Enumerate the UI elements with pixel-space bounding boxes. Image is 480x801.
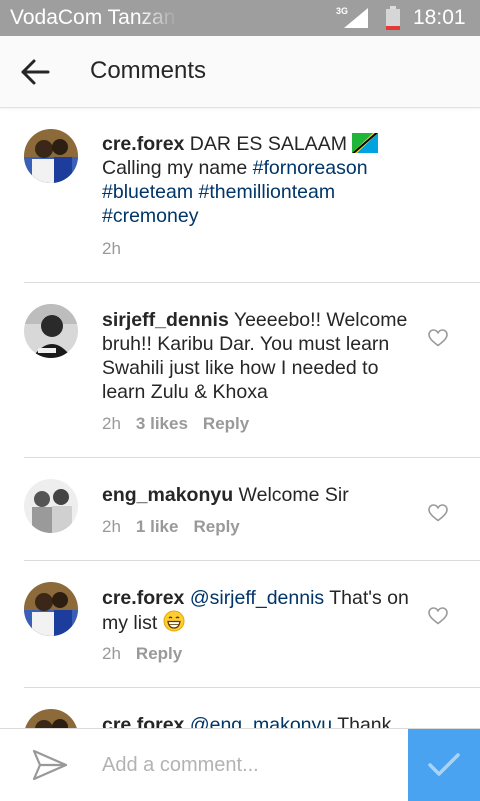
grinning-face-emoji (163, 610, 185, 632)
heart-icon[interactable] (428, 329, 448, 347)
comment-username[interactable]: cre.forex (102, 133, 184, 155)
likes-link[interactable]: 1 like (136, 517, 179, 536)
comment-text: eng_makonyu Welcome Sir (102, 484, 349, 506)
comment-text: cre.forex DAR ES SALAAM Calling my name … (102, 132, 418, 228)
heart-icon[interactable] (428, 504, 448, 522)
status-bar: VodaCom Tanzan 3G 18:01 (0, 0, 480, 36)
comment-text: sirjeff_dennis Yeeeebo!! Welcome bruh!! … (102, 309, 408, 403)
comment-username[interactable]: eng_makonyu (102, 484, 233, 506)
reply-button[interactable]: Reply (203, 414, 249, 433)
comments-header: Comments (0, 36, 480, 108)
clock: 18:01 (413, 6, 466, 29)
avatar[interactable] (24, 129, 78, 183)
carrier-name: VodaCom Tanzan (10, 6, 178, 30)
comment-item: cre.forex DAR ES SALAAM Calling my name … (0, 108, 480, 283)
hashtag-link[interactable]: #themillionteam (199, 181, 336, 203)
heart-icon[interactable] (428, 607, 448, 625)
mention-link[interactable]: @sirjeff_dennis (190, 587, 324, 609)
paper-plane-icon[interactable] (32, 748, 68, 782)
comment-item: cre.forex @sirjeff_dennis That's on my l… (0, 561, 480, 688)
comment-time: 2h (102, 517, 121, 536)
comment-username[interactable]: cre.forex (102, 714, 184, 728)
reply-button[interactable]: Reply (193, 517, 239, 536)
page-title: Comments (90, 57, 207, 84)
comment-item: eng_makonyu Welcome Sir 2h 1 like Reply (0, 458, 480, 561)
avatar[interactable] (24, 709, 78, 728)
comment-meta: 2h (102, 238, 136, 260)
arrow-left-icon[interactable] (20, 58, 50, 86)
checkmark-icon (428, 753, 460, 776)
comment-meta: 2h Reply (102, 643, 197, 665)
comment-meta: 2h 3 likes Reply (102, 413, 264, 435)
signal-icon (344, 8, 368, 28)
comment-username[interactable]: sirjeff_dennis (102, 309, 229, 331)
battery-icon (386, 6, 400, 30)
comment-item: cre.forex @eng_makonyu Thank (0, 688, 480, 728)
comment-time: 2h (102, 239, 121, 258)
hashtag-link[interactable]: #cremoney (102, 205, 198, 227)
comment-input[interactable] (102, 749, 392, 781)
avatar[interactable] (24, 479, 78, 533)
mention-link[interactable]: @eng_makonyu (190, 714, 332, 728)
comment-item: sirjeff_dennis Yeeeebo!! Welcome bruh!! … (0, 283, 480, 458)
comments-list[interactable]: cre.forex DAR ES SALAAM Calling my name … (0, 108, 480, 728)
comment-text: cre.forex @sirjeff_dennis That's on my l… (102, 587, 409, 634)
hashtag-link[interactable]: #fornoreason (253, 157, 368, 179)
comment-username[interactable]: cre.forex (102, 587, 184, 609)
comment-text: cre.forex @eng_makonyu Thank (102, 713, 418, 728)
comment-time: 2h (102, 414, 121, 433)
post-comment-button[interactable] (408, 729, 480, 801)
comment-compose-bar (0, 728, 480, 801)
hashtag-link[interactable]: #blueteam (102, 181, 193, 203)
comment-time: 2h (102, 644, 121, 663)
tanzania-flag-emoji (352, 133, 379, 153)
reply-button[interactable]: Reply (136, 644, 182, 663)
comment-meta: 2h 1 like Reply (102, 516, 255, 538)
avatar[interactable] (24, 582, 78, 636)
avatar[interactable] (24, 304, 78, 358)
likes-link[interactable]: 3 likes (136, 414, 188, 433)
